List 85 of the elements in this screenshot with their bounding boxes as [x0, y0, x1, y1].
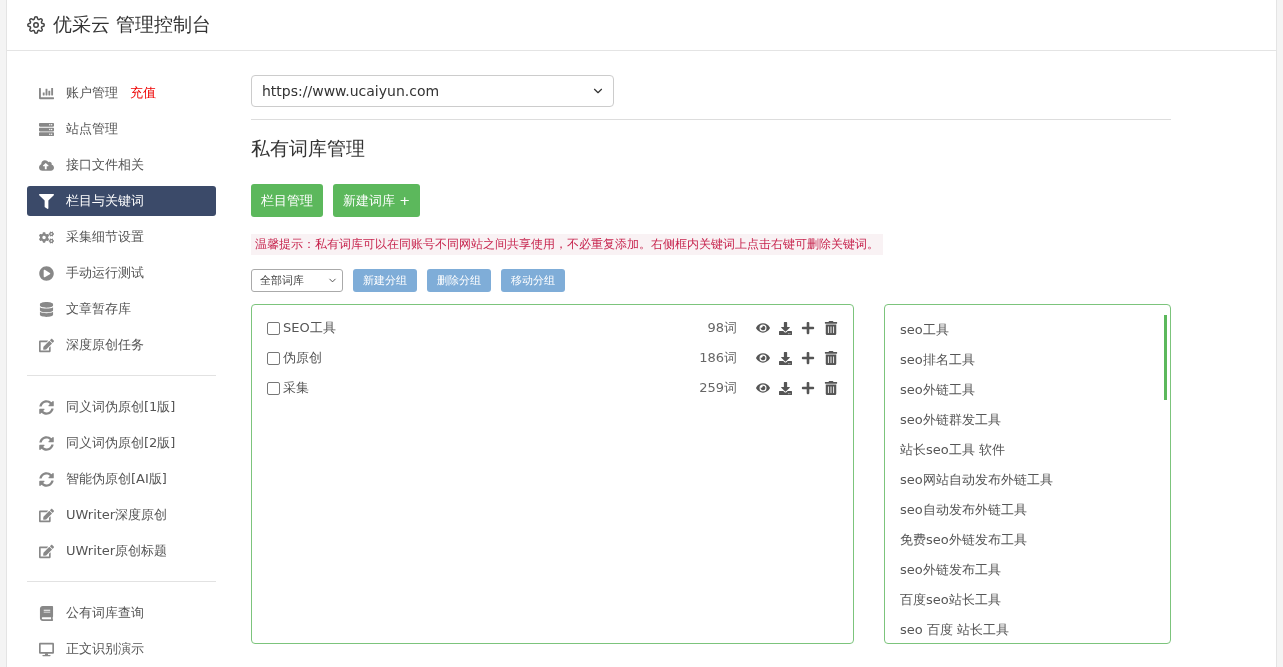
keyword-item[interactable]: 百度seo站长工具	[900, 585, 1155, 615]
sidebar-label: 手动运行测试	[66, 264, 144, 282]
word-count: 98词	[707, 319, 737, 337]
keyword-item[interactable]: seo自动发布外链工具	[900, 495, 1155, 525]
sidebar-label: 文章暂存库	[66, 300, 131, 318]
download-icon[interactable]	[779, 321, 792, 335]
app-title: 优采云 管理控制台	[53, 12, 212, 37]
sidebar-label: UWriter原创标题	[66, 542, 168, 560]
sidebar-item[interactable]: 智能伪原创[AI版]	[27, 464, 216, 494]
sidebar-label: 账户管理	[66, 84, 118, 102]
library-name: 采集	[283, 379, 309, 397]
library-name: 伪原创	[283, 349, 322, 367]
sidebar-label: 同义词伪原创[2版]	[66, 434, 176, 452]
plus-icon[interactable]	[801, 381, 815, 395]
sidebar-item[interactable]: 正文识别演示	[27, 634, 216, 664]
sidebar-item[interactable]: 栏目与关键词	[27, 186, 216, 216]
sidebar-label: 接口文件相关	[66, 156, 144, 174]
sidebar-label: 栏目与关键词	[66, 192, 144, 210]
download-icon[interactable]	[779, 351, 792, 365]
sidebar-item[interactable]: 文章暂存库	[27, 294, 216, 324]
eye-icon[interactable]	[756, 381, 770, 395]
notice-text: 温馨提示：私有词库可以在同账号不同网站之间共享使用，不必重复添加。右侧框内关键词上点击右键可删除关键词。	[251, 234, 883, 255]
sidebar-item[interactable]: 同义词伪原创[2版]	[27, 428, 216, 458]
database-icon	[39, 301, 54, 317]
word-count: 186词	[699, 349, 737, 367]
keyword-item[interactable]: 站长seo工具 软件	[900, 435, 1155, 465]
keyword-item[interactable]: seo外链群发工具	[900, 405, 1155, 435]
monitor-icon	[39, 641, 54, 657]
keyword-item[interactable]: seo 百度 站长工具	[900, 615, 1155, 645]
play-icon	[39, 265, 54, 281]
section-title: 私有词库管理	[251, 136, 366, 161]
trash-icon[interactable]	[824, 321, 838, 335]
sidebar-item[interactable]: 同义词伪原创[1版]	[27, 392, 216, 422]
checkbox[interactable]	[267, 351, 280, 365]
filter-icon	[39, 193, 54, 209]
download-icon[interactable]	[779, 381, 792, 395]
plus-icon[interactable]	[801, 321, 815, 335]
bar-chart-icon	[39, 85, 54, 101]
sidebar-label: 深度原创任务	[66, 336, 144, 354]
refresh-icon	[39, 471, 54, 487]
checkbox[interactable]	[267, 381, 280, 395]
server-icon	[39, 121, 54, 137]
checkbox[interactable]	[267, 321, 280, 335]
sidebar-item[interactable]: 公有词库查询	[27, 598, 216, 628]
sidebar-item[interactable]: 接口文件相关	[27, 150, 216, 180]
sidebar-label: 站点管理	[66, 120, 118, 138]
keyword-item[interactable]: 免费seo外链发布工具	[900, 525, 1155, 555]
cloud-upload-icon	[39, 157, 54, 173]
sidebar-item[interactable]: UWriter深度原创	[27, 500, 216, 530]
keyword-item[interactable]: seo外链工具	[900, 375, 1155, 405]
trash-icon[interactable]	[824, 381, 838, 395]
sidebar-label: 采集细节设置	[66, 228, 144, 246]
recharge-link[interactable]: 充值	[130, 84, 156, 102]
keyword-item[interactable]: seo外链发布工具	[900, 555, 1155, 585]
trash-icon[interactable]	[824, 351, 838, 365]
keyword-item[interactable]: seo工具	[900, 315, 1155, 345]
sidebar-item[interactable]: 深度原创任务	[27, 330, 216, 360]
word-count: 259词	[699, 379, 737, 397]
edit-icon	[39, 543, 54, 559]
sidebar-item[interactable]: UWriter原创标题	[27, 536, 216, 566]
sidebar-label: 同义词伪原创[1版]	[66, 398, 176, 416]
settings-icon	[27, 16, 45, 34]
sidebar-item[interactable]: 站点管理	[27, 114, 216, 144]
sidebar-label: 公有词库查询	[66, 604, 144, 622]
keyword-item[interactable]: seo网站自动发布外链工具	[900, 465, 1155, 495]
sidebar-label: 正文识别演示	[66, 640, 144, 658]
group-select[interactable]: 全部词库	[251, 269, 343, 292]
keyword-item[interactable]: seo排名工具	[900, 345, 1155, 375]
refresh-icon	[39, 399, 54, 415]
edit-icon	[39, 507, 54, 523]
edit-icon	[39, 337, 54, 353]
book-icon	[39, 605, 54, 621]
sidebar-item[interactable]: 账户管理 充值	[27, 78, 216, 108]
refresh-icon	[39, 435, 54, 451]
sidebar-label: UWriter深度原创	[66, 506, 168, 524]
plus-icon[interactable]	[801, 351, 815, 365]
eye-icon[interactable]	[756, 321, 770, 335]
sidebar-item[interactable]: 采集细节设置	[27, 222, 216, 252]
sidebar-item[interactable]: 手动运行测试	[27, 258, 216, 288]
scrollbar[interactable]	[1164, 315, 1167, 400]
gears-icon	[39, 229, 54, 245]
site-select[interactable]: https://www.ucaiyun.com	[251, 75, 614, 107]
eye-icon[interactable]	[756, 351, 770, 365]
library-name: SEO工具	[283, 319, 336, 337]
sidebar-label: 智能伪原创[AI版]	[66, 470, 167, 488]
